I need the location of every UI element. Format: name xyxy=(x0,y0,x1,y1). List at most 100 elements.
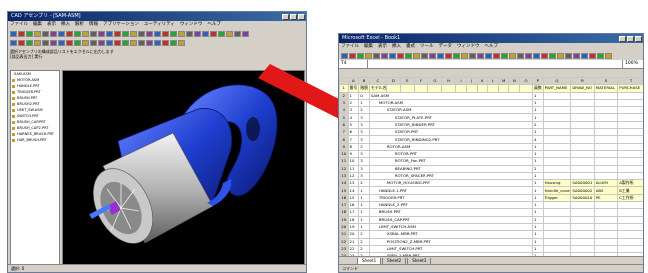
toolbar-button-icon[interactable] xyxy=(122,30,129,37)
table-cell[interactable]: 11 xyxy=(347,164,360,173)
menu-item[interactable]: アプリケーション xyxy=(103,21,139,29)
table-cell[interactable]: BEARING.PRT xyxy=(368,164,533,173)
toolbar-button-icon[interactable] xyxy=(573,52,580,59)
row-header[interactable]: 17 xyxy=(339,201,349,210)
table-cell[interactable]: PURCHASE xyxy=(617,84,643,93)
toolbar-button-icon[interactable] xyxy=(162,39,169,46)
table-cell[interactable]: 1 xyxy=(531,193,544,203)
table-cell[interactable]: 1 xyxy=(531,222,544,232)
column-header[interactable]: N xyxy=(508,77,521,86)
column-header[interactable]: R xyxy=(570,77,595,86)
toolbar-button-icon[interactable] xyxy=(10,39,17,46)
toolbar-button-icon[interactable] xyxy=(549,52,556,59)
toolbar-button-icon[interactable] xyxy=(421,52,428,59)
table-cell[interactable]: 2 xyxy=(358,179,370,188)
toolbar-button-icon[interactable] xyxy=(18,30,25,37)
table-cell[interactable] xyxy=(617,120,643,130)
table-cell[interactable] xyxy=(617,201,643,210)
table-cell[interactable] xyxy=(617,244,643,254)
toolbar-button-icon[interactable] xyxy=(130,30,137,37)
column-header[interactable]: S xyxy=(593,77,619,86)
table-cell[interactable]: 1 xyxy=(531,113,544,122)
column-header[interactable]: E xyxy=(399,77,415,86)
toolbar-button-icon[interactable] xyxy=(341,52,348,59)
toolbar-button-icon[interactable] xyxy=(541,52,548,59)
menu-item[interactable]: ファイル xyxy=(10,21,28,29)
column-header[interactable]: K xyxy=(476,77,489,86)
table-cell[interactable]: 21 xyxy=(347,237,360,246)
table-cell[interactable]: PE xyxy=(593,193,619,203)
table-cell[interactable] xyxy=(617,164,643,173)
table-cell[interactable]: 16 xyxy=(347,201,360,210)
table-cell[interactable] xyxy=(542,128,572,137)
table-cell[interactable]: 1 xyxy=(358,208,370,217)
table-cell[interactable]: STATOR_BINDER.PRT xyxy=(368,120,533,130)
table-cell[interactable] xyxy=(593,106,619,115)
menu-item[interactable]: ヘルプ xyxy=(207,21,221,29)
table-cell[interactable] xyxy=(570,91,595,100)
table-cell[interactable]: 1 xyxy=(531,230,544,239)
toolbar-button-icon[interactable] xyxy=(170,30,177,37)
table-cell[interactable] xyxy=(593,215,619,224)
table-cell[interactable] xyxy=(542,164,572,173)
table-cell[interactable] xyxy=(542,230,572,239)
table-cell[interactable] xyxy=(617,171,643,181)
table-cell[interactable] xyxy=(593,149,619,159)
table-cell[interactable] xyxy=(593,208,619,217)
table-cell[interactable] xyxy=(617,149,643,159)
table-cell[interactable] xyxy=(427,84,443,93)
toolbar-button-icon[interactable] xyxy=(445,52,452,59)
row-header[interactable]: 10 xyxy=(339,149,349,159)
toolbar-button-icon[interactable] xyxy=(381,52,388,59)
table-cell[interactable]: MOTOR.ASM xyxy=(368,98,533,108)
table-cell[interactable]: STATOR.PRT xyxy=(368,128,533,137)
toolbar-button-icon[interactable] xyxy=(146,39,153,46)
column-header[interactable]: Q xyxy=(542,77,572,86)
table-cell[interactable] xyxy=(542,120,572,130)
toolbar-button-icon[interactable] xyxy=(114,30,121,37)
formula-input[interactable] xyxy=(368,60,622,68)
table-cell[interactable] xyxy=(542,142,572,151)
row-header[interactable]: 5 xyxy=(339,113,349,122)
table-cell[interactable] xyxy=(570,128,595,137)
toolbar-button-icon[interactable] xyxy=(170,39,177,46)
table-cell[interactable] xyxy=(542,237,572,246)
table-cell[interactable] xyxy=(617,142,643,151)
toolbar-button-icon[interactable] xyxy=(597,52,604,59)
table-cell[interactable]: 階層 xyxy=(358,84,370,93)
table-cell[interactable] xyxy=(570,149,595,159)
table-cell[interactable]: ROTOR_Fan.PRT xyxy=(368,157,533,166)
toolbar-button-icon[interactable] xyxy=(130,39,137,46)
table-cell[interactable]: LIMIT_SWITCH.PRT xyxy=(368,244,533,254)
table-cell[interactable] xyxy=(593,91,619,100)
table-cell[interactable]: 2 xyxy=(358,244,370,254)
menu-item[interactable]: ユーティリティ xyxy=(144,21,175,29)
toolbar-button-icon[interactable] xyxy=(210,30,217,37)
table-cell[interactable]: Handle_cover xyxy=(542,186,572,195)
table-cell[interactable] xyxy=(593,142,619,151)
table-cell[interactable] xyxy=(593,135,619,144)
row-header[interactable]: 21 xyxy=(339,230,349,239)
row-header[interactable]: 9 xyxy=(339,142,349,151)
table-cell[interactable] xyxy=(542,135,572,144)
table-cell[interactable]: 4 xyxy=(531,135,544,144)
column-header[interactable] xyxy=(339,77,349,86)
table-cell[interactable]: 13 xyxy=(347,179,360,188)
toolbar-button-icon[interactable] xyxy=(26,39,33,46)
toolbar-button-icon[interactable] xyxy=(98,39,105,46)
table-cell[interactable]: 1 xyxy=(531,179,544,188)
table-cell[interactable] xyxy=(542,208,572,217)
toolbar-button-icon[interactable] xyxy=(218,30,225,37)
table-cell[interactable] xyxy=(542,91,572,100)
menu-item[interactable]: ツール xyxy=(420,43,434,51)
table-cell[interactable] xyxy=(617,237,643,246)
table-cell[interactable]: 15 xyxy=(347,193,360,203)
menu-item[interactable]: 書式 xyxy=(406,43,415,51)
toolbar-button-icon[interactable] xyxy=(605,52,612,59)
table-cell[interactable]: A製作所 xyxy=(617,179,643,188)
toolbar-button-icon[interactable] xyxy=(42,30,49,37)
table-cell[interactable] xyxy=(617,230,643,239)
table-cell[interactable] xyxy=(542,244,572,254)
table-cell[interactable]: SAM.ASM xyxy=(368,91,533,100)
table-cell[interactable]: 17 xyxy=(347,208,360,217)
